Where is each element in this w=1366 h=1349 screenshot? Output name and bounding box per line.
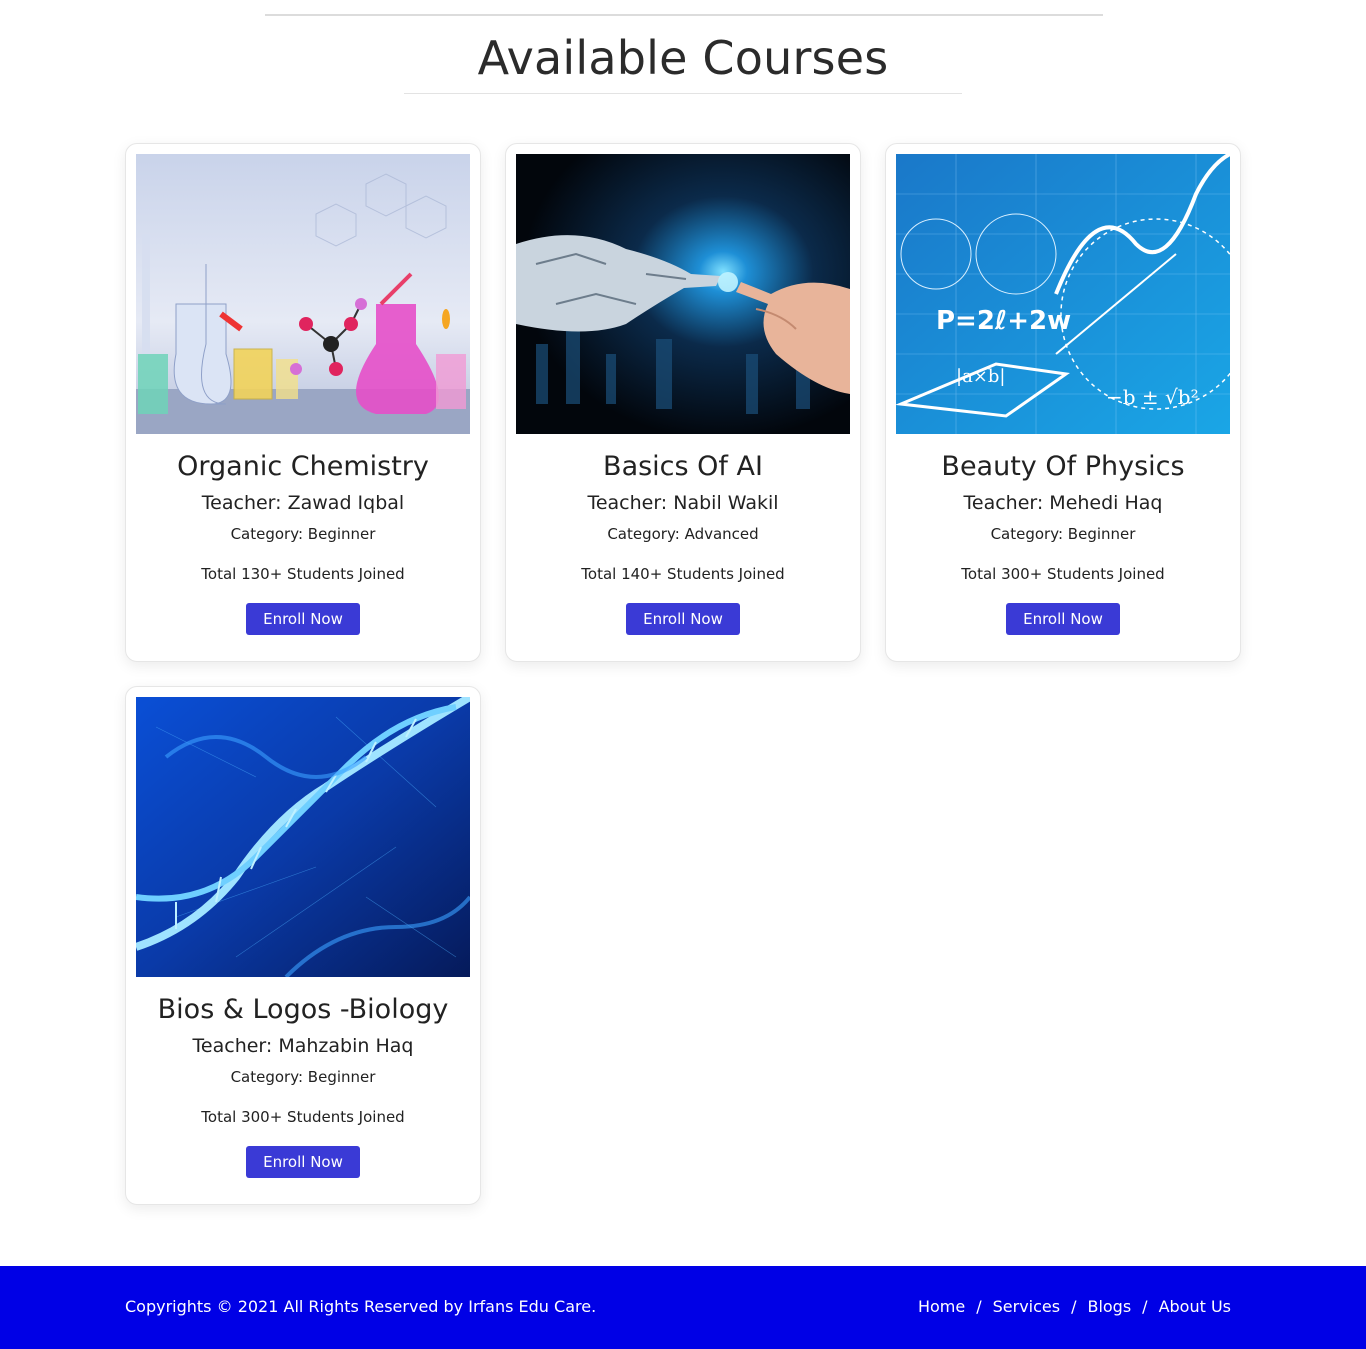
course-card-biology: Bios & Logos -Biology Teacher: Mahzabin … xyxy=(125,686,481,1205)
enroll-button[interactable]: Enroll Now xyxy=(246,1146,360,1178)
footer-nav: Home / Services / Blogs / About Us xyxy=(918,1297,1231,1317)
footer-link-services[interactable]: Services xyxy=(993,1297,1060,1317)
footer-separator: / xyxy=(1142,1297,1148,1316)
course-students: Total 300+ Students Joined xyxy=(961,565,1165,583)
page-title: Available Courses xyxy=(477,31,889,85)
course-card-beauty-of-physics: P=2ℓ+2w |a×b| −b ± √b² Beauty Of Physics… xyxy=(885,143,1241,662)
footer-link-about-us[interactable]: About Us xyxy=(1159,1297,1231,1317)
footer-separator: / xyxy=(1071,1297,1077,1316)
course-teacher: Teacher: Nabil Wakil xyxy=(587,492,779,514)
course-title: Beauty Of Physics xyxy=(941,451,1185,482)
course-category: Category: Advanced xyxy=(607,525,759,543)
course-title: Organic Chemistry xyxy=(177,451,429,482)
copyright-text: Copyrights © 2021 All Rights Reserved by… xyxy=(125,1297,597,1316)
course-teacher: Teacher: Mehedi Haq xyxy=(963,492,1163,514)
robot-human-hands-image xyxy=(516,154,850,434)
enroll-button[interactable]: Enroll Now xyxy=(626,603,740,635)
footer-link-home[interactable]: Home xyxy=(918,1297,965,1317)
footer: Copyrights © 2021 All Rights Reserved by… xyxy=(0,1266,1366,1349)
course-category: Category: Beginner xyxy=(230,525,376,543)
course-students: Total 300+ Students Joined xyxy=(201,1108,405,1126)
course-students: Total 140+ Students Joined xyxy=(581,565,785,583)
course-students: Total 130+ Students Joined xyxy=(201,565,405,583)
course-category: Category: Beginner xyxy=(990,525,1136,543)
course-teacher: Teacher: Mahzabin Haq xyxy=(192,1035,414,1057)
course-teacher: Teacher: Zawad Iqbal xyxy=(201,492,405,514)
footer-link-blogs[interactable]: Blogs xyxy=(1087,1297,1131,1317)
svg-text:−b ± √b²: −b ± √b² xyxy=(1106,385,1199,409)
dna-helix-image xyxy=(136,697,470,977)
enroll-button[interactable]: Enroll Now xyxy=(1006,603,1120,635)
top-divider xyxy=(265,14,1103,16)
enroll-button[interactable]: Enroll Now xyxy=(246,603,360,635)
course-title: Basics Of AI xyxy=(603,451,763,482)
chemistry-lab-image xyxy=(136,154,470,434)
course-title: Bios & Logos -Biology xyxy=(157,994,449,1025)
svg-text:P=2ℓ+2w: P=2ℓ+2w xyxy=(936,306,1071,336)
course-card-organic-chemistry: Organic Chemistry Teacher: Zawad Iqbal C… xyxy=(125,143,481,662)
title-underline xyxy=(404,93,962,94)
course-card-basics-of-ai: Basics Of AI Teacher: Nabil Wakil Catego… xyxy=(505,143,861,662)
physics-formulas-image: P=2ℓ+2w |a×b| −b ± √b² xyxy=(896,154,1230,434)
footer-separator: / xyxy=(976,1297,982,1316)
course-category: Category: Beginner xyxy=(230,1068,376,1086)
